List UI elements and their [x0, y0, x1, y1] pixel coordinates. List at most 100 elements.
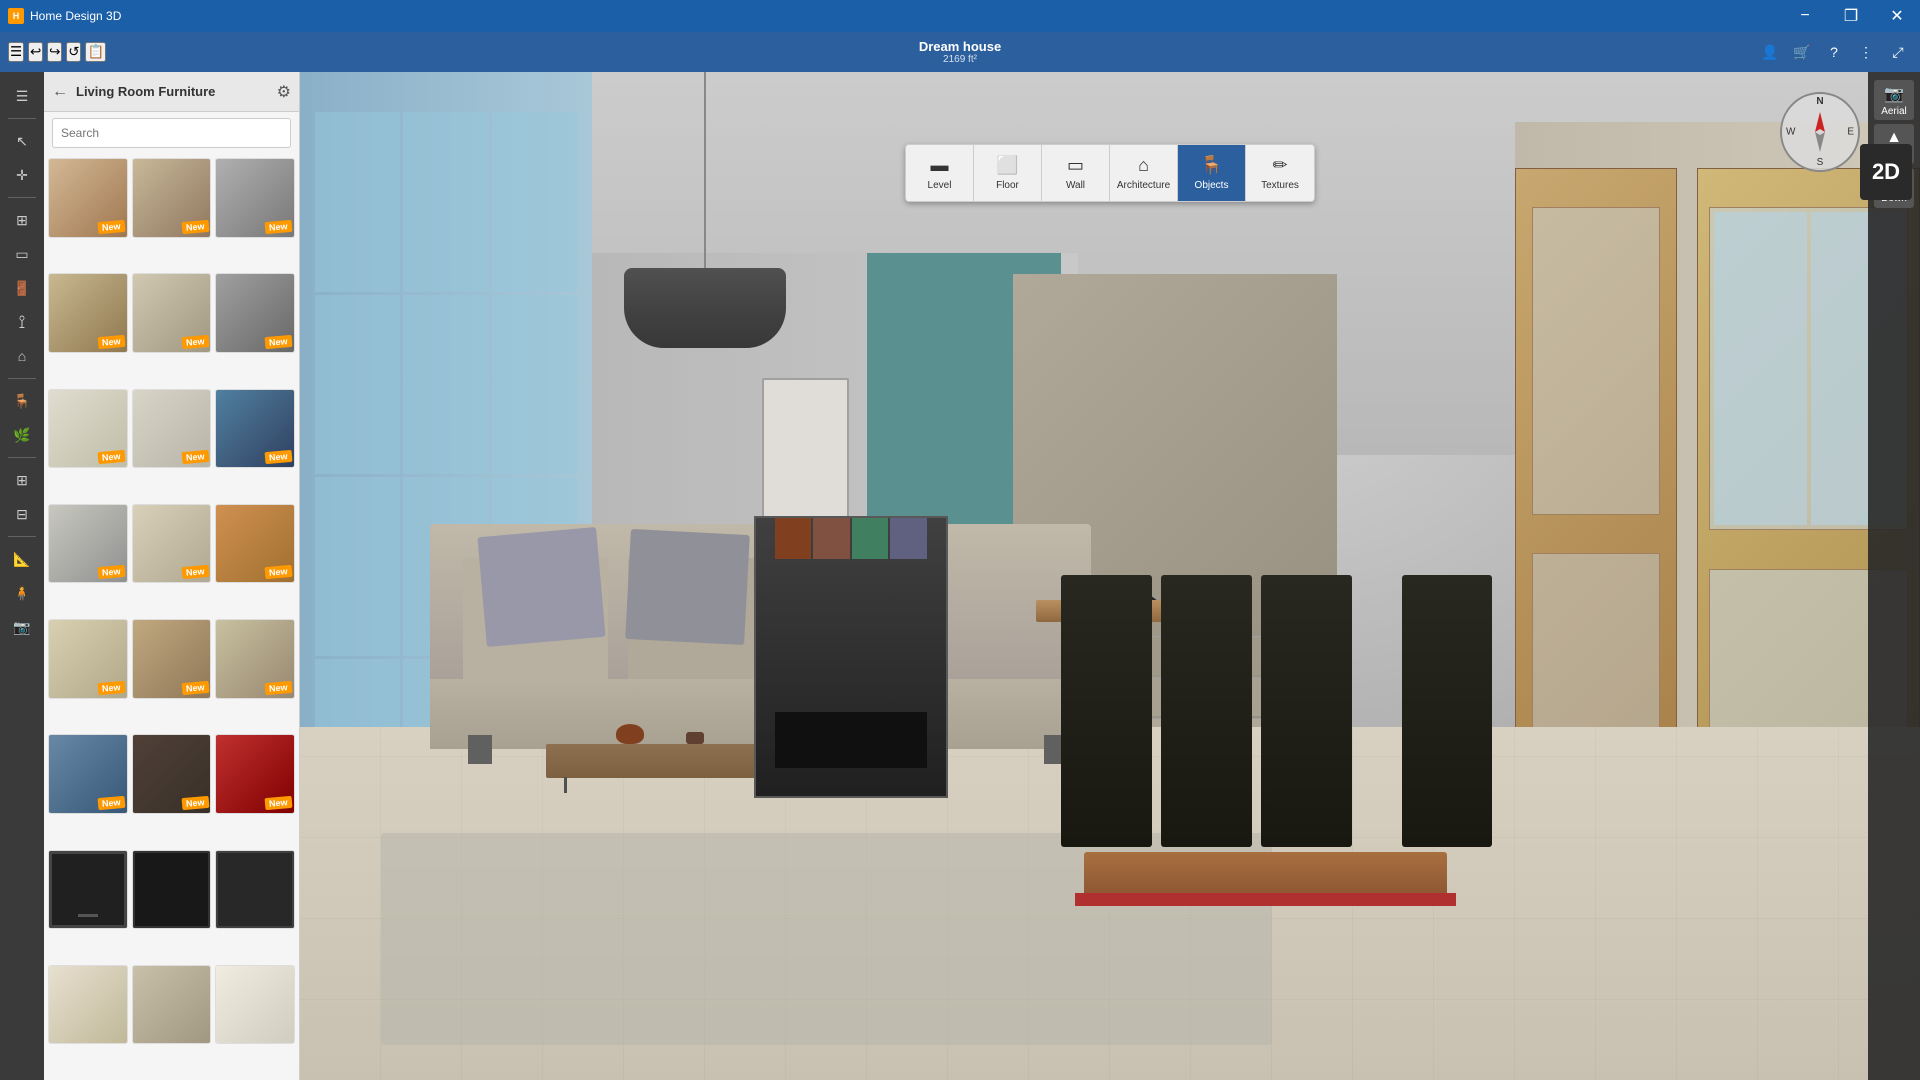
textures-icon: ✏	[1272, 155, 1287, 176]
right-controls: 📷 Aerial ▲ Up ▼ Down	[1868, 72, 1920, 1080]
list-item[interactable]: New	[215, 158, 295, 238]
tool-roof[interactable]: ⌂	[6, 340, 38, 372]
list-item[interactable]: New	[215, 734, 295, 814]
list-item[interactable]: New	[132, 734, 212, 814]
list-item[interactable]: New	[48, 734, 128, 814]
list-item[interactable]	[48, 965, 128, 1045]
list-item[interactable]: New	[215, 504, 295, 584]
app-icon: H	[8, 8, 24, 24]
tool-doors[interactable]: 🚪	[6, 272, 38, 304]
tool-camera[interactable]: 📷	[6, 611, 38, 643]
tab-architecture-label: Architecture	[1117, 180, 1170, 191]
aerial-button[interactable]: 📷 Aerial	[1874, 80, 1914, 120]
tool-grid[interactable]: ⊟	[6, 498, 38, 530]
architecture-icon: ⌂	[1138, 155, 1149, 176]
more-button[interactable]: ⋮	[1852, 38, 1880, 66]
tab-textures-label: Textures	[1261, 180, 1299, 191]
list-item[interactable]: New	[48, 619, 128, 699]
list-item[interactable]: New	[215, 389, 295, 469]
tool-walls[interactable]: ▭	[6, 238, 38, 270]
list-item[interactable]: New	[48, 158, 128, 238]
level-icon: ▬	[931, 155, 949, 176]
help-button[interactable]: ?	[1820, 38, 1848, 66]
close-button[interactable]: ✕	[1874, 0, 1920, 32]
list-item[interactable]: New	[132, 389, 212, 469]
list-item[interactable]: New	[48, 273, 128, 353]
viewport[interactable]: ▬ Level ⬜ Floor ▭ Wall ⌂ Architecture 🪑 …	[300, 72, 1920, 1080]
tool-measure[interactable]: 📐	[6, 543, 38, 575]
search-input[interactable]	[52, 118, 291, 148]
cart-button[interactable]: 🛒	[1788, 38, 1816, 66]
list-item[interactable]	[48, 850, 128, 930]
list-item[interactable]	[132, 850, 212, 930]
tab-objects-label: Objects	[1195, 180, 1229, 191]
project-info: Dream house 2169 ft²	[919, 39, 1001, 65]
panel-back-button[interactable]: ←	[52, 83, 68, 101]
tab-architecture[interactable]: ⌂ Architecture	[1110, 145, 1178, 201]
tab-objects[interactable]: 🪑 Objects	[1178, 145, 1246, 201]
title-bar: H Home Design 3D − ❐ ✕	[0, 0, 1920, 32]
new-badge: New	[181, 220, 208, 234]
tab-level[interactable]: ▬ Level	[906, 145, 974, 201]
tab-floor[interactable]: ⬜ Floor	[974, 145, 1042, 201]
new-badge: New	[265, 796, 292, 810]
tab-wall-label: Wall	[1066, 180, 1085, 191]
tool-figure[interactable]: 🧍	[6, 577, 38, 609]
list-item[interactable]	[215, 850, 295, 930]
main-toolbar: ☰ ↩ ↪ ↺ 📋 Dream house 2169 ft² 👤 🛒 ? ⋮ ⤢	[0, 32, 1920, 72]
view-tabs: ▬ Level ⬜ Floor ▭ Wall ⌂ Architecture 🪑 …	[905, 144, 1315, 202]
tab-wall[interactable]: ▭ Wall	[1042, 145, 1110, 201]
list-item[interactable]	[132, 965, 212, 1045]
new-badge: New	[181, 335, 208, 349]
item-thumbnail	[133, 966, 211, 1044]
new-badge: New	[181, 450, 208, 464]
new-badge: New	[98, 220, 125, 234]
new-badge: New	[265, 335, 292, 349]
item-thumbnail	[216, 851, 294, 929]
objects-icon: 🪑	[1200, 155, 1222, 176]
back-button[interactable]: ↺	[66, 42, 81, 62]
fireplace	[754, 516, 948, 798]
search-bar	[44, 112, 299, 154]
expand-button[interactable]: ⤢	[1884, 38, 1912, 66]
view-mode-button[interactable]: 2D	[1860, 144, 1912, 200]
list-item[interactable]: New	[132, 273, 212, 353]
tool-stairs[interactable]: ⟟	[6, 306, 38, 338]
list-item[interactable]: New	[48, 389, 128, 469]
floor-icon: ⬜	[996, 155, 1018, 176]
tool-furniture[interactable]: 🪑	[6, 385, 38, 417]
copy-button[interactable]: 📋	[85, 42, 106, 62]
ceiling-lamp	[624, 72, 786, 348]
tool-fence[interactable]: ⊞	[6, 464, 38, 496]
item-thumbnail	[133, 851, 211, 929]
tool-pointer[interactable]: ↖	[6, 125, 38, 157]
restore-button[interactable]: ❐	[1828, 0, 1874, 32]
list-item[interactable]: New	[132, 158, 212, 238]
list-item[interactable]: New	[132, 619, 212, 699]
tool-menu[interactable]: ☰	[6, 80, 38, 112]
tab-floor-label: Floor	[996, 180, 1019, 191]
list-item[interactable]: New	[215, 273, 295, 353]
panel-header: ← Living Room Furniture ⚙	[44, 72, 299, 112]
tool-plants[interactable]: 🌿	[6, 419, 38, 451]
compass-north: N	[1816, 96, 1823, 107]
users-button[interactable]: 👤	[1756, 38, 1784, 66]
tab-textures[interactable]: ✏ Textures	[1246, 145, 1314, 201]
new-badge: New	[98, 450, 125, 464]
list-item[interactable]	[215, 965, 295, 1045]
panel-settings-button[interactable]: ⚙	[277, 82, 291, 102]
list-item[interactable]: New	[215, 619, 295, 699]
redo-button[interactable]: ↪	[47, 42, 62, 62]
menu-button[interactable]: ☰	[8, 42, 24, 62]
app-name: Home Design 3D	[30, 9, 121, 23]
list-item[interactable]: New	[132, 504, 212, 584]
list-item[interactable]: New	[48, 504, 128, 584]
minimize-button[interactable]: −	[1782, 0, 1828, 32]
new-badge: New	[98, 681, 125, 695]
tool-rooms[interactable]: ⊞	[6, 204, 38, 236]
tool-build[interactable]: ✛	[6, 159, 38, 191]
new-badge: New	[181, 681, 208, 695]
item-thumbnail	[49, 851, 127, 929]
item-thumbnail	[216, 966, 294, 1044]
undo-button[interactable]: ↩	[28, 42, 43, 62]
